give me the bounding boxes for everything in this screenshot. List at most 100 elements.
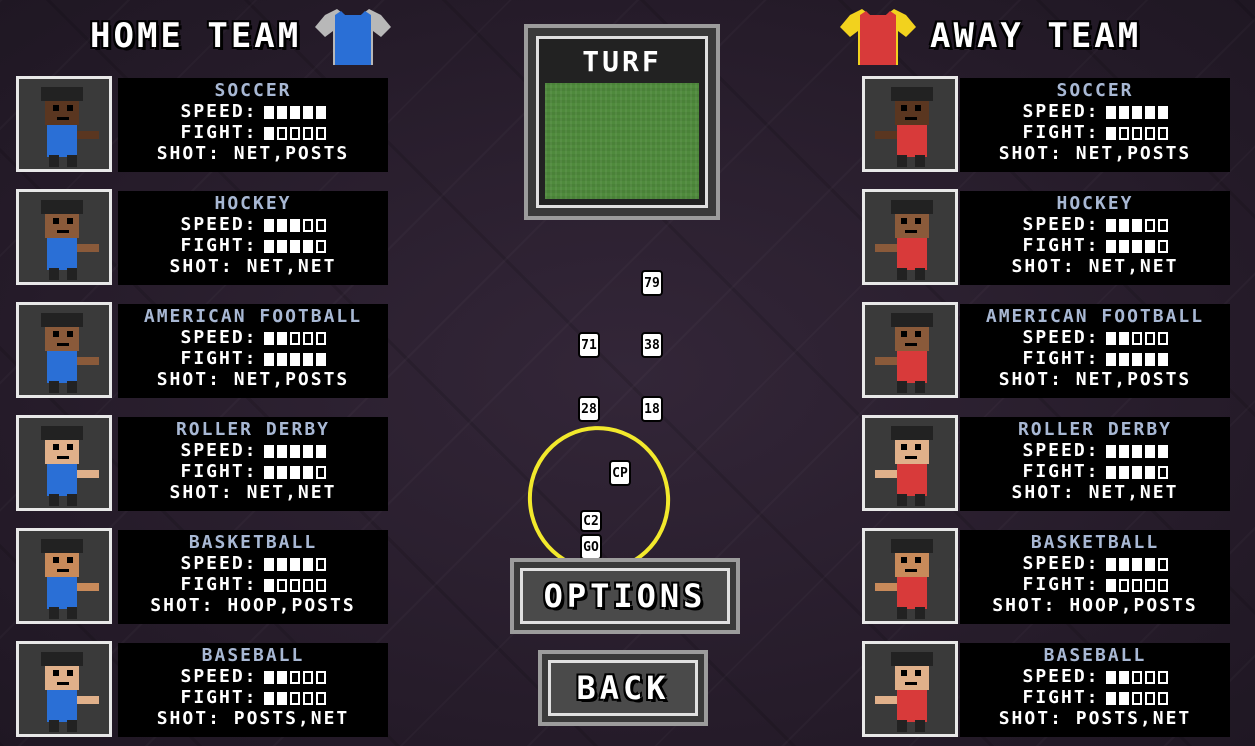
stat-pip (1118, 578, 1129, 592)
roller-derby-player-icon (865, 418, 955, 508)
player-portrait (862, 528, 958, 624)
stat-pip (1105, 239, 1116, 253)
speed-label: SPEED: (1022, 101, 1100, 122)
stat-pip (1157, 331, 1168, 345)
away-player-card[interactable]: SOCCER SPEED: FIGHT: SHOT: NET,POSTS (0, 76, 1230, 176)
home-jersey-icon (315, 9, 392, 65)
sport-name: ROLLER DERBY (1017, 419, 1173, 440)
stat-pip (1144, 444, 1155, 458)
stat-pip (1157, 557, 1168, 571)
fight-row: FIGHT: (960, 687, 1230, 708)
stat-pip (1144, 691, 1155, 705)
away-player-card[interactable]: AMERICAN FOOTBALL SPEED: FIGHT: SHOT: NE… (0, 302, 1230, 402)
hockey-player-icon (865, 192, 955, 282)
speed-label: SPEED: (1022, 327, 1100, 348)
player-tag[interactable]: 18 (641, 396, 663, 422)
stat-pip (1118, 352, 1129, 366)
stat-pip (1131, 352, 1142, 366)
player-tag[interactable]: 28 (578, 396, 600, 422)
away-team-header: AWAY TEAM (840, 9, 1141, 65)
stat-pip (1157, 670, 1168, 684)
shot-row: SHOT: NET,NET (1011, 256, 1179, 277)
stat-pip (1105, 126, 1116, 140)
stat-pip (1157, 444, 1168, 458)
back-button[interactable]: BACK (538, 650, 708, 726)
stat-pips (1105, 352, 1168, 366)
player-portrait (862, 641, 958, 737)
home-team-header: HOME TEAM (90, 9, 392, 65)
stat-pip (1105, 670, 1116, 684)
stat-pip (1157, 218, 1168, 232)
player-stats-panel: HOCKEY SPEED: FIGHT: SHOT: NET,NET (960, 191, 1230, 285)
fight-row: FIGHT: (960, 122, 1230, 143)
player-tag[interactable]: 38 (641, 332, 663, 358)
speed-row: SPEED: (960, 101, 1230, 122)
stat-pip (1105, 444, 1116, 458)
stat-pips (1105, 691, 1168, 705)
turf-label: TURF (582, 45, 662, 78)
stat-pip (1144, 352, 1155, 366)
stat-pip (1157, 578, 1168, 592)
player-tag[interactable]: 71 (578, 332, 600, 358)
fight-label: FIGHT: (1022, 461, 1100, 482)
stat-pip (1118, 105, 1129, 119)
stat-pip (1105, 691, 1116, 705)
away-player-card[interactable]: HOCKEY SPEED: FIGHT: SHOT: NET,NET (0, 189, 1230, 289)
away-player-card[interactable]: ROLLER DERBY SPEED: FIGHT: SHOT: NET,NET (0, 415, 1230, 515)
speed-row: SPEED: (960, 214, 1230, 235)
stat-pip (1131, 239, 1142, 253)
home-team-title: HOME TEAM (90, 16, 302, 56)
stat-pips (1105, 444, 1168, 458)
stat-pip (1118, 218, 1129, 232)
options-button[interactable]: OPTIONS (510, 558, 740, 634)
stat-pip (1131, 218, 1142, 232)
speed-row: SPEED: (960, 327, 1230, 348)
shot-row: SHOT: HOOP,POSTS (992, 595, 1198, 616)
player-tag[interactable]: 79 (641, 270, 663, 296)
stat-pip (1118, 331, 1129, 345)
fight-label: FIGHT: (1022, 348, 1100, 369)
stat-pips (1105, 331, 1168, 345)
shot-row: SHOT: NET,NET (1011, 482, 1179, 503)
stat-pips (1105, 670, 1168, 684)
stat-pip (1105, 218, 1116, 232)
player-stats-panel: BASEBALL SPEED: FIGHT: SHOT: POSTS,NET (960, 643, 1230, 737)
speed-row: SPEED: (960, 440, 1230, 461)
stat-pip (1105, 557, 1116, 571)
stat-pips (1105, 239, 1168, 253)
stat-pips (1105, 218, 1168, 232)
stat-pip (1105, 578, 1116, 592)
speed-row: SPEED: (960, 666, 1230, 687)
speed-label: SPEED: (1022, 440, 1100, 461)
shot-row: SHOT: NET,POSTS (998, 143, 1192, 164)
player-portrait (862, 415, 958, 511)
stat-pip (1105, 331, 1116, 345)
sport-name: SOCCER (1056, 80, 1134, 101)
turf-preview (545, 83, 699, 199)
speed-row: SPEED: (960, 553, 1230, 574)
stat-pip (1157, 239, 1168, 253)
stat-pip (1157, 465, 1168, 479)
stat-pip (1144, 105, 1155, 119)
stat-pips (1105, 126, 1168, 140)
away-player-card[interactable]: BASEBALL SPEED: FIGHT: SHOT: POSTS,NET (0, 641, 1230, 741)
stat-pip (1144, 465, 1155, 479)
stat-pips (1105, 105, 1168, 119)
turf-selector[interactable]: TURF (524, 24, 720, 220)
fight-label: FIGHT: (1022, 574, 1100, 595)
football-player-icon (865, 305, 955, 395)
stat-pip (1131, 105, 1142, 119)
player-stats-panel: AMERICAN FOOTBALL SPEED: FIGHT: SHOT: NE… (960, 304, 1230, 398)
stat-pip (1105, 105, 1116, 119)
shot-row: SHOT: NET,POSTS (998, 369, 1192, 390)
stat-pip (1131, 557, 1142, 571)
stat-pip (1157, 691, 1168, 705)
player-stats-panel: SOCCER SPEED: FIGHT: SHOT: NET,POSTS (960, 78, 1230, 172)
stat-pip (1144, 670, 1155, 684)
stat-pip (1105, 465, 1116, 479)
speed-label: SPEED: (1022, 666, 1100, 687)
stat-pips (1105, 557, 1168, 571)
stat-pip (1118, 239, 1129, 253)
away-player-card[interactable]: BASKETBALL SPEED: FIGHT: SHOT: HOOP,POST… (0, 528, 1230, 628)
stat-pip (1131, 126, 1142, 140)
